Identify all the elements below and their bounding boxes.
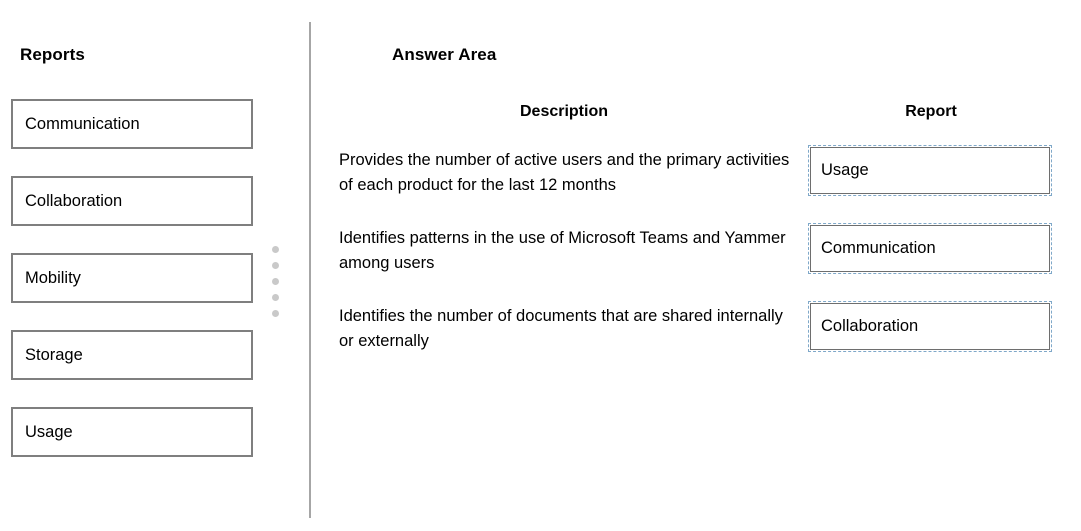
answer-drop-slot-1[interactable]: Usage <box>808 145 1052 196</box>
row-description: Provides the number of active users and … <box>339 151 790 194</box>
answer-label: Collaboration <box>821 317 919 336</box>
dot-icon <box>272 278 279 285</box>
panel-divider <box>309 22 311 518</box>
source-tile-collaboration[interactable]: Collaboration <box>11 176 253 226</box>
answer-row: Identifies patterns in the use of Micros… <box>339 223 1052 288</box>
answer-label: Communication <box>821 239 936 258</box>
answer-row: Identifies the number of documents that … <box>339 301 1052 366</box>
source-tile-usage[interactable]: Usage <box>11 407 253 457</box>
source-tile-label: Mobility <box>25 268 81 287</box>
column-header-report: Report <box>905 103 957 120</box>
source-tile-label: Usage <box>25 422 73 441</box>
answer-box[interactable]: Collaboration <box>810 303 1050 350</box>
answer-drop-slot-3[interactable]: Collaboration <box>808 301 1052 352</box>
source-tile-label: Communication <box>25 114 140 133</box>
row-description: Identifies patterns in the use of Micros… <box>339 229 786 272</box>
reports-source-list: Communication Collaboration Mobility Sto… <box>11 99 253 457</box>
source-tile-communication[interactable]: Communication <box>11 99 253 149</box>
drag-drop-question-canvas: Reports Communication Collaboration Mobi… <box>0 0 1081 531</box>
answer-drop-slot-2[interactable]: Communication <box>808 223 1052 274</box>
source-tile-storage[interactable]: Storage <box>11 330 253 380</box>
source-tile-label: Storage <box>25 345 83 364</box>
drag-handle-dots-icon[interactable] <box>272 246 282 317</box>
dot-icon <box>272 294 279 301</box>
source-tile-mobility[interactable]: Mobility <box>11 253 253 303</box>
answer-box[interactable]: Communication <box>810 225 1050 272</box>
dot-icon <box>272 262 279 269</box>
row-description: Identifies the number of documents that … <box>339 307 783 350</box>
dot-icon <box>272 310 279 317</box>
dot-icon <box>272 246 279 253</box>
answer-box[interactable]: Usage <box>810 147 1050 194</box>
column-header-description: Description <box>519 103 608 120</box>
source-tile-label: Collaboration <box>25 191 123 210</box>
answer-area-heading: Answer Area <box>392 45 497 64</box>
answer-row: Provides the number of active users and … <box>339 145 1052 210</box>
answer-label: Usage <box>821 161 869 180</box>
reports-panel-heading: Reports <box>20 45 85 64</box>
